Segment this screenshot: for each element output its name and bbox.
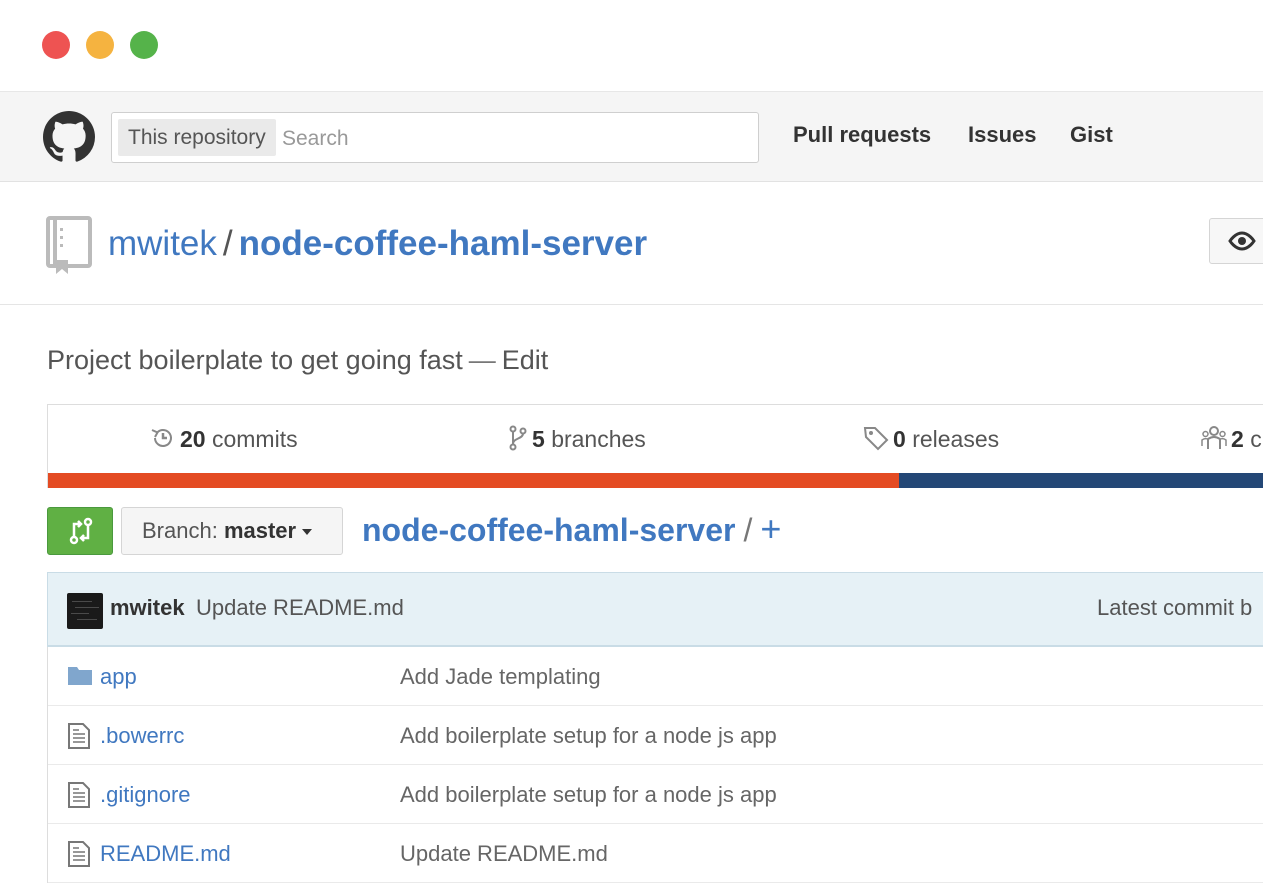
repo-owner-link[interactable]: mwitek xyxy=(108,224,217,263)
file-row-bowerrc: .bowerrc Add boilerplate setup for a nod… xyxy=(48,706,1263,765)
search-scope-label: This repository xyxy=(118,119,276,156)
contributors-icon xyxy=(1201,426,1227,449)
window-titlebar xyxy=(0,0,1263,91)
maximize-window-button[interactable] xyxy=(130,31,158,59)
repo-description-text: Project boilerplate to get going fast xyxy=(47,345,463,375)
branches-count: 5 xyxy=(532,426,545,452)
contributors-count: 2 xyxy=(1231,426,1244,452)
file-name-link[interactable]: README.md xyxy=(100,841,231,867)
branch-icon xyxy=(509,425,527,451)
repo-title-separator: / xyxy=(222,224,233,263)
file-icon xyxy=(67,782,91,813)
file-name-link[interactable]: .gitignore xyxy=(100,782,191,808)
github-octocat-icon[interactable] xyxy=(43,111,95,163)
file-commit-message[interactable]: Add boilerplate setup for a node js app xyxy=(400,782,777,808)
minimize-window-button[interactable] xyxy=(86,31,114,59)
file-name-link[interactable]: .bowerrc xyxy=(100,723,184,749)
commits-link[interactable]: 20 commits xyxy=(150,425,298,453)
file-name-link[interactable]: app xyxy=(100,664,137,690)
file-row-app: app Add Jade templating xyxy=(48,647,1263,706)
compare-pull-request-button[interactable] xyxy=(47,507,113,555)
file-icon xyxy=(67,841,91,872)
compare-icon xyxy=(69,517,93,545)
commit-message-link[interactable]: Update README.md xyxy=(196,595,404,621)
file-icon xyxy=(67,723,91,754)
watch-button[interactable] xyxy=(1209,218,1263,264)
breadcrumb-root-link[interactable]: node-coffee-haml-server xyxy=(362,512,735,548)
repo-header: mwitek / node-coffee-haml-server xyxy=(0,182,1263,305)
latest-commit-bar: mwitek Update README.md Latest commit b xyxy=(47,572,1263,647)
edit-description-link[interactable]: Edit xyxy=(502,345,549,375)
repo-description: Project boilerplate to get going fast — Ed… xyxy=(47,345,548,376)
nav-pull-requests[interactable]: Pull requests xyxy=(793,122,931,148)
description-separator: — xyxy=(468,345,496,375)
repo-name-link[interactable]: node-coffee-haml-server xyxy=(239,224,647,263)
breadcrumb-separator: / xyxy=(743,512,753,548)
tag-icon xyxy=(863,427,889,451)
avatar[interactable] xyxy=(67,593,103,629)
repo-title: mwitek / node-coffee-haml-server xyxy=(108,224,647,264)
chevron-down-icon xyxy=(302,529,313,535)
language-segment-1 xyxy=(48,473,899,488)
file-commit-message[interactable]: Add Jade templating xyxy=(400,664,601,690)
branch-name: master xyxy=(223,518,297,543)
contributors-link[interactable]: 2 c xyxy=(1201,425,1262,453)
file-list: app Add Jade templating .bowerrc Add boi… xyxy=(47,647,1263,883)
breadcrumb: node-coffee-haml-server / + xyxy=(362,508,781,550)
releases-link[interactable]: 0 releases xyxy=(863,425,999,453)
branches-link[interactable]: 5 branches xyxy=(508,425,646,453)
site-search: This repository xyxy=(111,112,759,163)
search-input[interactable] xyxy=(280,119,744,158)
commits-label: commits xyxy=(211,426,298,452)
releases-count: 0 xyxy=(893,426,906,452)
latest-commit-label: Latest commit b xyxy=(1097,595,1253,620)
file-commit-message[interactable]: Add boilerplate setup for a node js app xyxy=(400,723,777,749)
file-row-readme: README.md Update README.md xyxy=(48,824,1263,883)
commits-count: 20 xyxy=(180,426,206,452)
branch-select-button[interactable]: Branch: master xyxy=(121,507,343,555)
folder-icon xyxy=(67,664,93,691)
history-icon xyxy=(151,429,172,447)
nav-gist[interactable]: Gist xyxy=(1070,122,1113,148)
contributors-label: c xyxy=(1250,426,1262,452)
branch-label: Branch: xyxy=(142,518,218,543)
releases-label: releases xyxy=(912,426,1000,452)
branches-label: branches xyxy=(551,426,646,452)
close-window-button[interactable] xyxy=(42,31,70,59)
repo-icon xyxy=(46,216,92,274)
language-segment-2 xyxy=(898,473,1263,488)
language-bar[interactable] xyxy=(48,473,1263,488)
new-file-button[interactable]: + xyxy=(760,508,781,549)
file-commit-message[interactable]: Update README.md xyxy=(400,841,608,867)
nav-issues[interactable]: Issues xyxy=(968,122,1037,148)
commit-author-link[interactable]: mwitek xyxy=(110,595,185,621)
eye-icon xyxy=(1228,231,1256,251)
site-header: This repository Pull requests Issues Gis… xyxy=(0,91,1263,182)
file-row-gitignore: .gitignore Add boilerplate setup for a n… xyxy=(48,765,1263,824)
